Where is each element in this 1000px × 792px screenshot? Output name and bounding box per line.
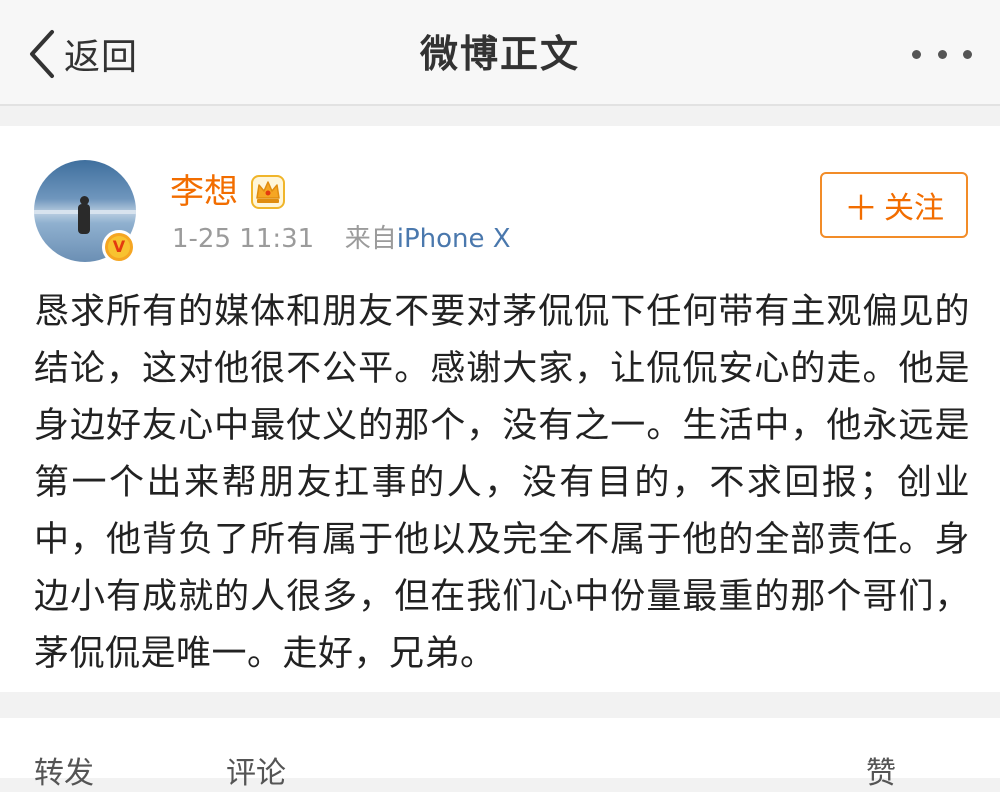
action-bar: 转发 评论 赞 (0, 718, 1000, 791)
like-label: 赞 (866, 756, 896, 791)
post-text: 恳求所有的媒体和朋友不要对茅侃侃下任何带有主观偏见的结论，这对他很不公平。感谢大… (34, 292, 970, 674)
more-icon (912, 49, 921, 59)
like-button[interactable]: 赞 (866, 748, 896, 792)
source-prefix: 来自 (344, 224, 397, 254)
more-button[interactable] (912, 40, 972, 68)
follow-label: 关注 (884, 191, 944, 226)
repost-label: 转发 (34, 756, 94, 791)
post-time: 1-25 11:31 (172, 224, 315, 254)
source-device[interactable]: iPhone X (397, 224, 511, 254)
page-title: 微博正文 (419, 32, 580, 76)
post-meta: 1-25 11:31 来自iPhone X (172, 222, 511, 256)
post-card: V 李想 1-25 11:31 来自iPhone X ＋ 关注 恳求所有的媒体和… (0, 126, 1000, 692)
nav-bar: 返回 微博正文 (0, 0, 1000, 106)
comment-button[interactable]: 评论 (226, 748, 286, 792)
verified-icon: V (102, 230, 136, 264)
follow-button[interactable]: ＋ 关注 (820, 172, 968, 238)
plus-icon: ＋ (844, 188, 878, 229)
comment-label: 评论 (226, 756, 286, 791)
repost-button[interactable]: 转发 (34, 748, 94, 792)
crown-icon[interactable] (250, 174, 286, 214)
verified-badge-label: V (108, 236, 130, 258)
username[interactable]: 李想 (170, 172, 238, 212)
